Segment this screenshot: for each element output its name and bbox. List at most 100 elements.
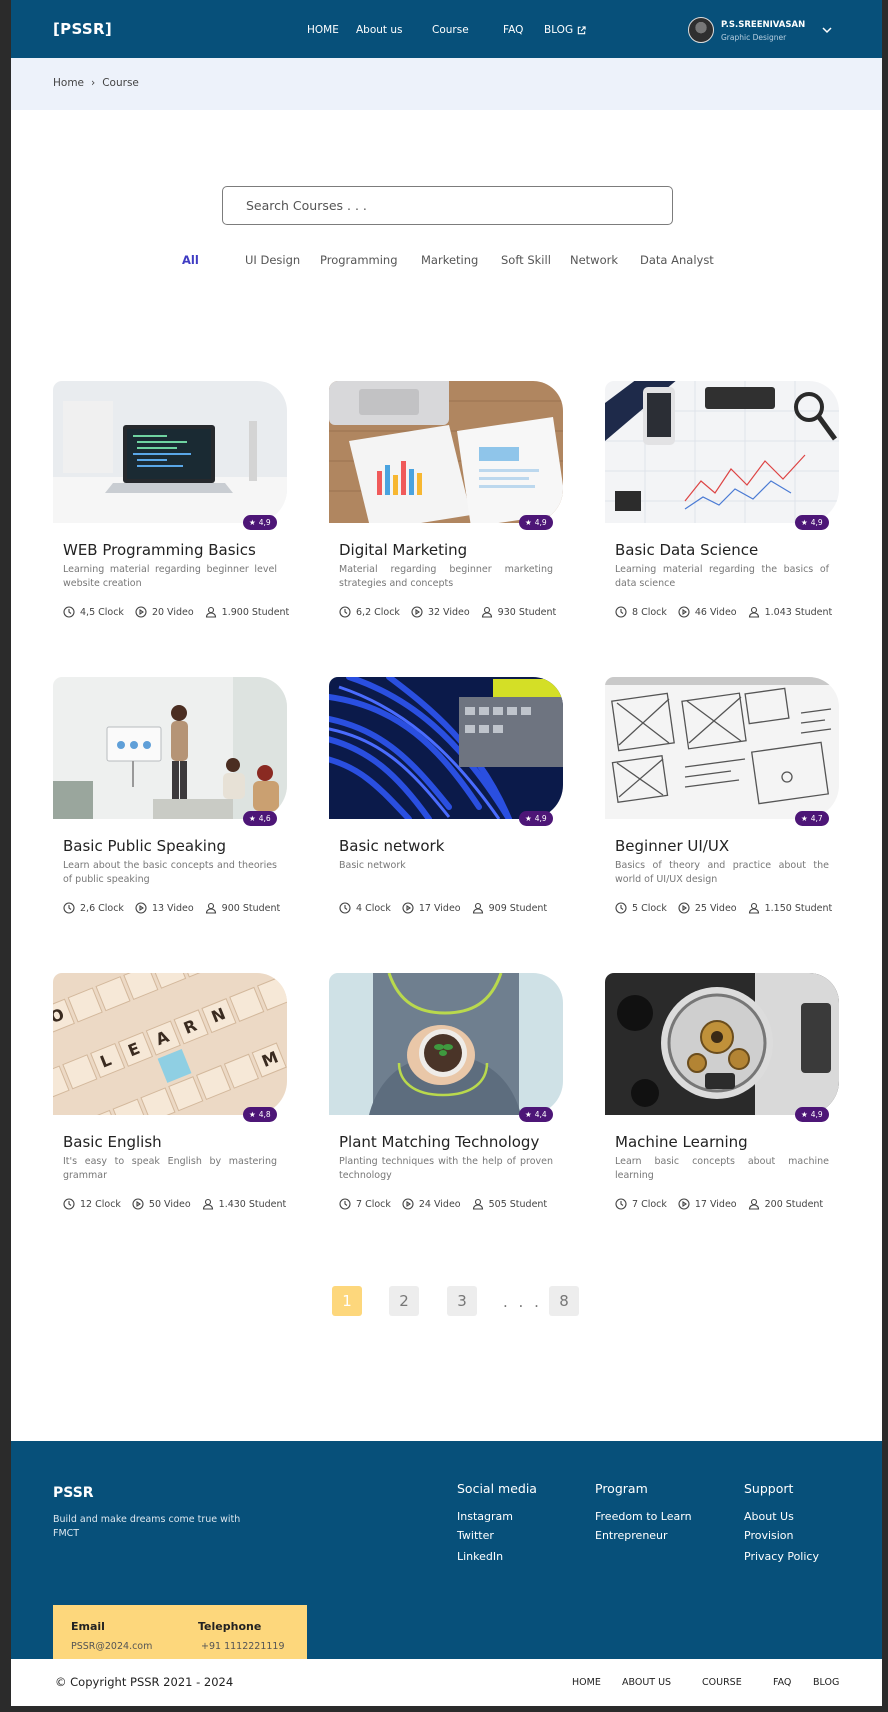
chevron-down-icon[interactable] — [821, 24, 833, 36]
search-input[interactable] — [222, 186, 673, 225]
nav-about-us[interactable]: About us — [356, 24, 403, 36]
user-role: Graphic Designer — [721, 33, 787, 42]
page-2-button[interactable]: 2 — [389, 1286, 419, 1316]
course-card[interactable]: ★ 4,9 Basic Data Science Learning materia… — [605, 381, 845, 631]
footer-link-entrepreneur[interactable]: Entrepreneur — [595, 1529, 692, 1542]
filter-marketing[interactable]: Marketing — [421, 253, 478, 267]
star-icon: ★ — [525, 518, 532, 527]
bottom-nav-home[interactable]: HOME — [572, 1677, 601, 1688]
duration: 7 Clock — [615, 1198, 667, 1210]
duration-label: 7 Clock — [356, 1198, 391, 1210]
user-name: P.S.SREENIVASAN — [721, 20, 806, 30]
student-count: 900 Student — [205, 902, 280, 914]
video-count: 25 Video — [678, 902, 737, 914]
course-description: Learning material regarding beginner lev… — [63, 564, 277, 589]
email-label: Email — [71, 1620, 105, 1633]
bottom-nav-blog[interactable]: BLOG — [813, 1677, 839, 1688]
filter-all[interactable]: All — [182, 253, 199, 267]
rating-value: 4,9 — [534, 814, 547, 823]
footer-link-privacy-policy[interactable]: Privacy Policy — [744, 1550, 819, 1563]
video-count: 24 Video — [402, 1198, 461, 1210]
course-card[interactable]: LEARNOM ★ 4,8 Basic English It's easy to … — [53, 973, 293, 1223]
student-count: 909 Student — [472, 902, 547, 914]
telephone-label: Telephone — [198, 1620, 262, 1633]
course-title[interactable]: Basic Public Speaking — [63, 837, 226, 855]
clock-icon — [615, 1198, 627, 1210]
course-card[interactable]: ★ 4,6 Basic Public Speaking Learn about t… — [53, 677, 293, 927]
filter-ui-design[interactable]: UI Design — [245, 253, 300, 267]
logo[interactable]: [PSSR] — [53, 20, 112, 38]
course-title[interactable]: Basic English — [63, 1133, 162, 1151]
page-3-button[interactable]: 3 — [447, 1286, 477, 1316]
filter-network[interactable]: Network — [570, 253, 618, 267]
nav-blog[interactable]: BLOG — [544, 24, 586, 36]
user-avatar[interactable] — [688, 17, 714, 43]
video-count: 50 Video — [132, 1198, 191, 1210]
course-title[interactable]: WEB Programming Basics — [63, 541, 256, 559]
bottom-nav-about-us[interactable]: ABOUT US — [622, 1677, 671, 1688]
course-title[interactable]: Machine Learning — [615, 1133, 748, 1151]
rating-badge: ★ 4,9 — [795, 515, 829, 530]
student-count: 1.900 Student — [205, 606, 289, 618]
course-title[interactable]: Basic network — [339, 837, 444, 855]
course-card[interactable]: ★ 4,9 Machine Learning Learn basic concep… — [605, 973, 845, 1223]
rating-value: 4,9 — [810, 518, 823, 527]
rating-value: 4,9 — [258, 518, 271, 527]
course-meta: 4,5 Clock 20 Video 1.900 Student — [63, 606, 300, 618]
footer-link-linkedin[interactable]: LinkedIn — [457, 1550, 537, 1563]
footer-link-provision[interactable]: Provision — [744, 1529, 819, 1542]
email-value[interactable]: PSSR@2024.com — [71, 1641, 152, 1652]
page-8-button[interactable]: 8 — [549, 1286, 579, 1316]
course-card[interactable]: ★ 4,4 Plant Matching Technology Planting … — [329, 973, 569, 1223]
filter-programming[interactable]: Programming — [320, 253, 398, 267]
course-title[interactable]: Plant Matching Technology — [339, 1133, 539, 1151]
filter-data-analyst[interactable]: Data Analyst — [640, 253, 714, 267]
course-card[interactable]: ★ 4,7 Beginner UI/UX Basics of theory and… — [605, 677, 845, 927]
course-meta: 12 Clock 50 Video 1.430 Student — [63, 1198, 297, 1210]
breadcrumb-bar: Home › Course — [11, 58, 882, 110]
course-description: Learn basic concepts about machine learn… — [615, 1156, 829, 1181]
breadcrumb-separator: › — [91, 77, 96, 89]
course-meta: 5 Clock 25 Video 1.150 Student — [615, 902, 843, 914]
course-description: Basic network — [339, 860, 406, 871]
play-icon — [132, 1198, 144, 1210]
course-meta: 6,2 Clock 32 Video 930 Student — [339, 606, 567, 618]
footer-link-instagram[interactable]: Instagram — [457, 1510, 537, 1523]
clock-icon — [339, 1198, 351, 1210]
bottom-nav-course[interactable]: COURSE — [702, 1677, 742, 1688]
play-icon — [678, 1198, 690, 1210]
course-meta: 7 Clock 24 Video 505 Student — [339, 1198, 558, 1210]
course-meta: 8 Clock 46 Video 1.043 Student — [615, 606, 843, 618]
user-icon — [748, 902, 759, 914]
clock-icon — [339, 606, 351, 618]
nav-faq[interactable]: FAQ — [503, 24, 523, 36]
footer-link-twitter[interactable]: Twitter — [457, 1529, 537, 1542]
course-card[interactable]: ★ 4,9 Basic network Basic network 4 Clock… — [329, 677, 569, 927]
course-image — [605, 677, 839, 819]
nav-home[interactable]: HOME — [307, 24, 339, 36]
page-1-button[interactable]: 1 — [332, 1286, 362, 1316]
duration-label: 4 Clock — [356, 902, 391, 914]
course-title[interactable]: Basic Data Science — [615, 541, 758, 559]
star-icon: ★ — [249, 814, 256, 823]
course-image — [605, 973, 839, 1115]
user-icon — [202, 1198, 213, 1210]
video-label: 17 Video — [418, 902, 461, 914]
nav-course[interactable]: Course — [432, 24, 469, 36]
course-card[interactable]: ★ 4,9 Digital Marketing Material regardin… — [329, 381, 569, 631]
filter-soft-skill[interactable]: Soft Skill — [501, 253, 551, 267]
student-label: 1.043 Student — [764, 606, 833, 618]
course-title[interactable]: Beginner UI/UX — [615, 837, 729, 855]
course-image — [605, 381, 839, 523]
rating-badge: ★ 4,7 — [795, 811, 829, 826]
course-title[interactable]: Digital Marketing — [339, 541, 467, 559]
footer-link-freedom-to-learn[interactable]: Freedom to Learn — [595, 1510, 692, 1523]
breadcrumb-home[interactable]: Home — [53, 77, 84, 89]
footer-link-about-us[interactable]: About Us — [744, 1510, 819, 1523]
student-count: 1.430 Student — [202, 1198, 286, 1210]
bottom-nav-faq[interactable]: FAQ — [773, 1677, 791, 1688]
telephone-value[interactable]: +91 1112221119 — [201, 1641, 285, 1652]
student-count: 505 Student — [472, 1198, 547, 1210]
course-card[interactable]: ★ 4,9 WEB Programming Basics Learning mat… — [53, 381, 293, 631]
course-image — [53, 677, 287, 819]
